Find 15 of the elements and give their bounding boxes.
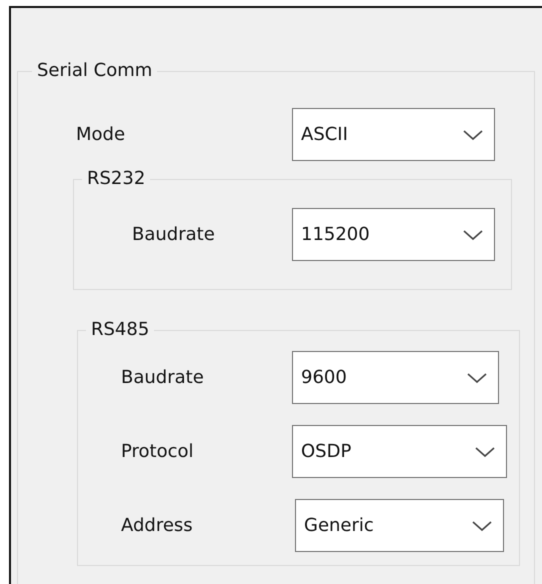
dropdown[interactable]: OSDP	[292, 425, 507, 478]
field-label: Baudrate	[120, 366, 205, 390]
chevron-down-icon	[462, 128, 484, 140]
dropdown[interactable]: 9600	[292, 351, 499, 404]
dropdown[interactable]: 115200	[292, 208, 495, 261]
chevron-down-icon	[471, 520, 493, 532]
field-label: Mode	[75, 123, 126, 147]
field-label: Address	[120, 514, 194, 538]
dropdown[interactable]: ASCII	[292, 108, 495, 161]
chevron-down-icon	[466, 372, 488, 384]
field-label: Baudrate	[131, 223, 216, 247]
chevron-down-icon	[474, 446, 496, 458]
dropdown[interactable]: Generic	[295, 499, 504, 552]
field-label: Protocol	[120, 440, 195, 464]
chevron-down-icon	[462, 228, 484, 240]
